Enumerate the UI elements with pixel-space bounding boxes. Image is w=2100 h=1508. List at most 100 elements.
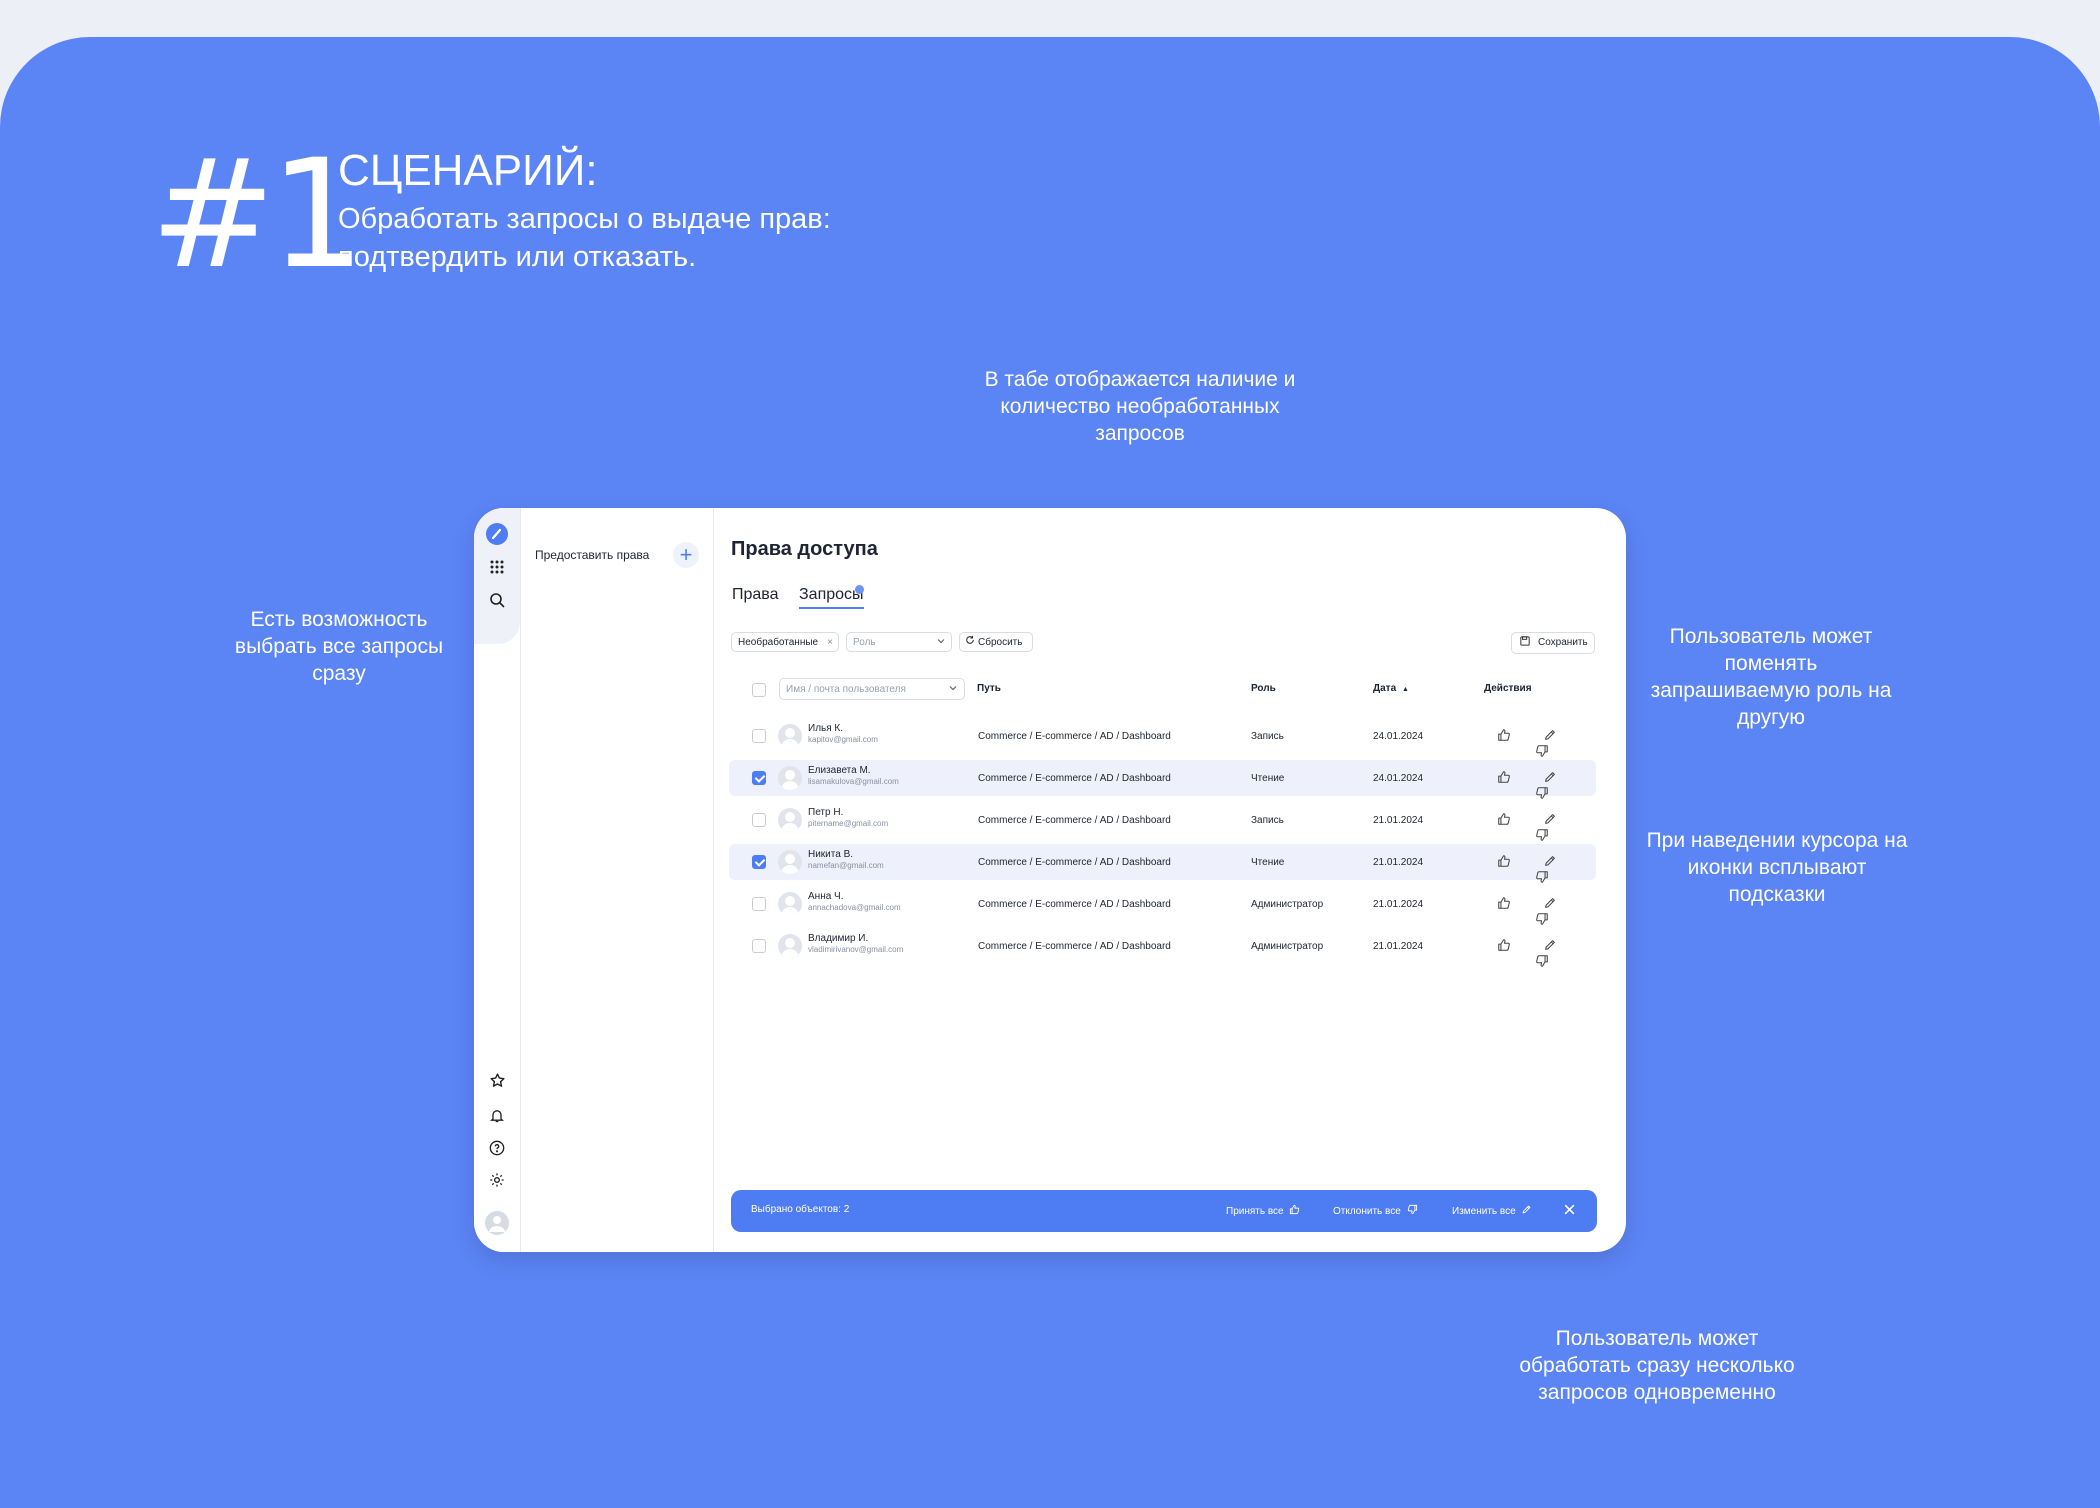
reset-button[interactable]: Сбросить <box>959 632 1033 652</box>
sort-up-icon: ▲ <box>1401 686 1409 693</box>
page-title: Права доступа <box>731 538 878 560</box>
role-select-placeholder: Роль <box>853 637 876 648</box>
grid-icon[interactable] <box>485 555 509 579</box>
row-checkbox[interactable] <box>752 939 766 953</box>
reject-all-label: Отклонить все <box>1333 1206 1401 1217</box>
save-icon <box>1520 634 1530 654</box>
user-email: namefan@gmail.com <box>808 861 884 870</box>
help-icon[interactable] <box>485 1136 509 1160</box>
thumbs-down-icon[interactable] <box>1519 812 1548 841</box>
plus-icon[interactable]: + <box>673 542 699 568</box>
thumbs-up-icon[interactable] <box>1497 854 1511 868</box>
thumbs-up-icon[interactable] <box>1497 938 1511 952</box>
icon-rail <box>474 508 521 1252</box>
user-email: annachadova@gmail.com <box>808 903 901 912</box>
table-row: Петр Н. pitername@gmail.com Commerce / E… <box>729 802 1596 841</box>
gear-icon[interactable] <box>485 1168 509 1192</box>
thumbs-down-icon[interactable] <box>1519 896 1548 925</box>
unprocessed-badge <box>855 585 864 594</box>
close-icon[interactable]: × <box>827 633 833 653</box>
thumbs-down-icon[interactable] <box>1519 938 1548 967</box>
row-path: Commerce / E-commerce / AD / Dashboard <box>978 941 1171 952</box>
user-name: Елизавета М. <box>808 765 871 776</box>
row-path: Commerce / E-commerce / AD / Dashboard <box>978 773 1171 784</box>
column-date[interactable]: Дата ▲ <box>1373 683 1409 694</box>
search-icon[interactable] <box>485 588 509 612</box>
tab-requests[interactable]: Запросы <box>799 586 864 609</box>
reset-label: Сбросить <box>978 637 1023 648</box>
filter-status-chip[interactable]: Необработанные × <box>731 632 839 652</box>
row-checkbox[interactable] <box>752 729 766 743</box>
pencil-icon[interactable] <box>1543 812 1557 826</box>
thumbs-up-icon[interactable] <box>1497 770 1511 784</box>
chevron-down-icon <box>949 679 957 701</box>
thumbs-down-icon[interactable] <box>1519 728 1548 757</box>
save-button[interactable]: Сохранить <box>1511 632 1595 654</box>
column-actions: Действия <box>1484 683 1532 694</box>
annotation-hover-hints: При наведении курсора на иконки всплываю… <box>1646 829 1908 906</box>
scenario-subtitle: Обработать запросы о выдаче прав: подтве… <box>338 203 831 273</box>
row-date: 21.01.2024 <box>1373 857 1424 868</box>
bulk-action-bar: Выбрано объектов: 2 Принять все Отклонит… <box>731 1190 1597 1232</box>
bell-icon[interactable] <box>485 1103 509 1127</box>
pencil-icon[interactable] <box>1543 854 1557 868</box>
row-date: 21.01.2024 <box>1373 815 1424 826</box>
user-email: pitername@gmail.com <box>808 819 889 828</box>
thumbs-up-icon[interactable] <box>1497 812 1511 826</box>
user-email: lisamakulova@gmail.com <box>808 777 899 786</box>
pencil-icon[interactable] <box>1543 938 1557 952</box>
pencil-icon[interactable] <box>1543 896 1557 910</box>
avatar <box>778 934 802 958</box>
user-email: kapitov@gmail.com <box>808 735 878 744</box>
pencil-icon[interactable] <box>1543 728 1557 742</box>
table-row: Илья К. kapitov@gmail.com Commerce / E-c… <box>729 718 1596 757</box>
row-checkbox[interactable] <box>752 855 766 869</box>
save-label: Сохранить <box>1538 637 1588 648</box>
pencil-icon[interactable] <box>1543 770 1557 784</box>
annotation-bulk-actions: Пользователь может обработать сразу неск… <box>1519 1327 1795 1404</box>
row-role: Администратор <box>1251 941 1324 952</box>
change-all-label: Изменить все <box>1452 1206 1516 1217</box>
column-path: Путь <box>977 683 1001 694</box>
user-search-placeholder: Имя / почта пользователя <box>786 684 906 695</box>
change-all-button[interactable]: Изменить все <box>1452 1204 1532 1217</box>
app-window: Предоставить права + Права доступа Права… <box>474 508 1626 1252</box>
thumbs-down-icon <box>1407 1204 1417 1215</box>
table-row: Елизавета М. lisamakulova@gmail.com Comm… <box>729 760 1596 799</box>
accept-all-button[interactable]: Принять все <box>1226 1204 1300 1217</box>
annotation-select-all: Есть возможность выбрать все запросы сра… <box>234 608 444 685</box>
thumbs-up-icon[interactable] <box>1497 728 1511 742</box>
table-row: Анна Ч. annachadova@gmail.com Commerce /… <box>729 886 1596 925</box>
avatar[interactable] <box>485 1211 509 1235</box>
thumbs-up-icon[interactable] <box>1497 896 1511 910</box>
reset-icon <box>965 633 975 653</box>
chevron-down-icon <box>937 633 945 653</box>
role-select[interactable]: Роль <box>846 632 952 652</box>
thumbs-down-icon[interactable] <box>1519 854 1548 883</box>
filter-status-label: Необработанные <box>738 637 819 648</box>
column-role: Роль <box>1251 683 1276 694</box>
selected-count: Выбрано объектов: 2 <box>751 1204 850 1215</box>
logo-icon[interactable] <box>485 522 509 546</box>
star-icon[interactable] <box>485 1068 509 1092</box>
scenario-title: СЦЕНАРИЙ: <box>338 146 598 195</box>
row-role: Чтение <box>1251 857 1285 868</box>
user-name: Илья К. <box>808 723 844 734</box>
select-all-checkbox[interactable] <box>752 683 766 697</box>
user-search-input[interactable]: Имя / почта пользователя <box>779 678 965 700</box>
tab-rights[interactable]: Права <box>732 586 779 604</box>
close-icon[interactable] <box>1563 1203 1576 1219</box>
row-checkbox[interactable] <box>752 771 766 785</box>
row-date: 24.01.2024 <box>1373 731 1424 742</box>
thumbs-down-icon[interactable] <box>1519 770 1548 799</box>
avatar <box>778 892 802 916</box>
scenario-number: #1 <box>150 128 365 302</box>
grant-rights-label[interactable]: Предоставить права <box>535 548 649 562</box>
main-content: Права доступа Права Запросы Необработанн… <box>714 508 1626 1252</box>
annotation-tab-counter: В табе отображается наличие и количество… <box>984 368 1296 445</box>
row-checkbox[interactable] <box>752 813 766 827</box>
reject-all-button[interactable]: Отклонить все <box>1333 1204 1418 1217</box>
row-path: Commerce / E-commerce / AD / Dashboard <box>978 731 1171 742</box>
row-checkbox[interactable] <box>752 897 766 911</box>
row-role: Администратор <box>1251 899 1324 910</box>
